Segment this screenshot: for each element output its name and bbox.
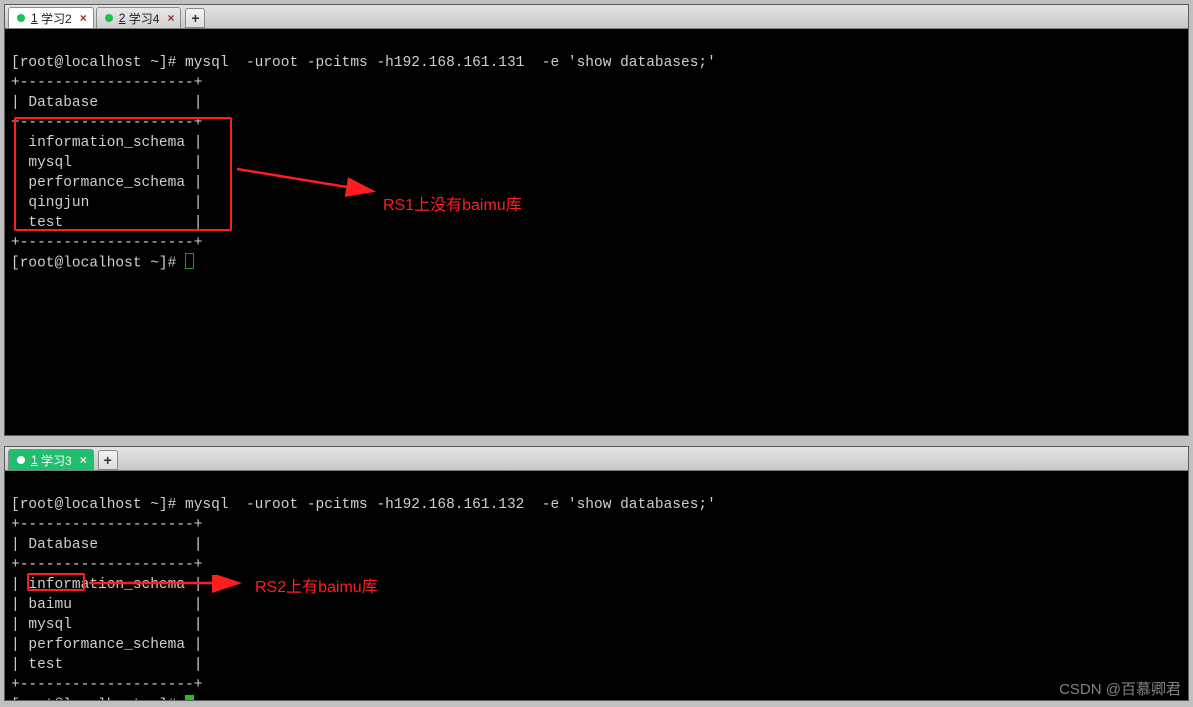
shell-prompt: [root@localhost ~]# — [11, 255, 185, 271]
tab-study2[interactable]: 1 学习2 × — [8, 7, 94, 28]
tab-number: 1 — [31, 453, 38, 467]
table-border: +--------------------+ — [11, 235, 202, 251]
table-border: +--------------------+ — [11, 677, 202, 693]
plus-icon: + — [104, 452, 112, 468]
table-row: | test | — [11, 215, 202, 231]
table-row: | performance_schema | — [11, 175, 202, 191]
table-row: | information_schema | — [11, 577, 202, 593]
tab-label: 学习4 — [129, 10, 160, 27]
terminal-output-top[interactable]: [root@localhost ~]# mysql -uroot -pcitms… — [5, 29, 1188, 299]
table-row: | qingjun | — [11, 195, 202, 211]
table-header: | Database | — [11, 95, 202, 111]
table-header: | Database | — [11, 537, 202, 553]
plus-icon: + — [191, 10, 199, 26]
shell-command: mysql -uroot -pcitms -h192.168.161.132 -… — [185, 497, 716, 513]
tab-bar-top: 1 学习2 × 2 学习4 × + — [5, 5, 1188, 29]
tab-study3[interactable]: 1 学习3 × — [8, 449, 94, 470]
cursor-icon — [185, 695, 194, 701]
close-icon[interactable]: × — [80, 12, 87, 24]
tab-bar-bottom: 1 学习3 × + — [5, 447, 1188, 471]
table-row: | performance_schema | — [11, 637, 202, 653]
table-border: +--------------------+ — [11, 115, 202, 131]
terminal-output-bottom[interactable]: [root@localhost ~]# mysql -uroot -pcitms… — [5, 471, 1188, 701]
table-border: +--------------------+ — [11, 557, 202, 573]
new-tab-button[interactable]: + — [98, 450, 118, 470]
table-row: | mysql | — [11, 617, 202, 633]
connection-dot-icon — [105, 14, 113, 22]
shell-command: mysql -uroot -pcitms -h192.168.161.131 -… — [185, 55, 716, 71]
tab-number: 1 — [31, 11, 38, 25]
tab-number: 2 — [119, 11, 126, 25]
terminal-pane-top: 1 学习2 × 2 学习4 × + [root@localhost ~]# my… — [4, 4, 1189, 436]
table-row: | information_schema | — [11, 135, 202, 151]
close-icon[interactable]: × — [167, 12, 174, 24]
cursor-icon — [185, 253, 194, 269]
shell-prompt: [root@localhost ~]# — [11, 697, 185, 701]
table-border: +--------------------+ — [11, 75, 202, 91]
table-row: | mysql | — [11, 155, 202, 171]
connection-dot-icon — [17, 456, 25, 464]
table-border: +--------------------+ — [11, 517, 202, 533]
terminal-pane-bottom: 1 学习3 × + [root@localhost ~]# mysql -uro… — [4, 446, 1189, 701]
close-icon[interactable]: × — [80, 454, 87, 466]
table-row: | test | — [11, 657, 202, 673]
table-row: | baimu | — [11, 597, 202, 613]
new-tab-button[interactable]: + — [185, 8, 205, 28]
tab-label: 学习2 — [41, 10, 72, 27]
tab-label: 学习3 — [41, 452, 72, 469]
tab-study4[interactable]: 2 学习4 × — [96, 7, 182, 28]
shell-prompt: [root@localhost ~]# — [11, 497, 185, 513]
shell-prompt: [root@localhost ~]# — [11, 55, 185, 71]
connection-dot-icon — [17, 14, 25, 22]
